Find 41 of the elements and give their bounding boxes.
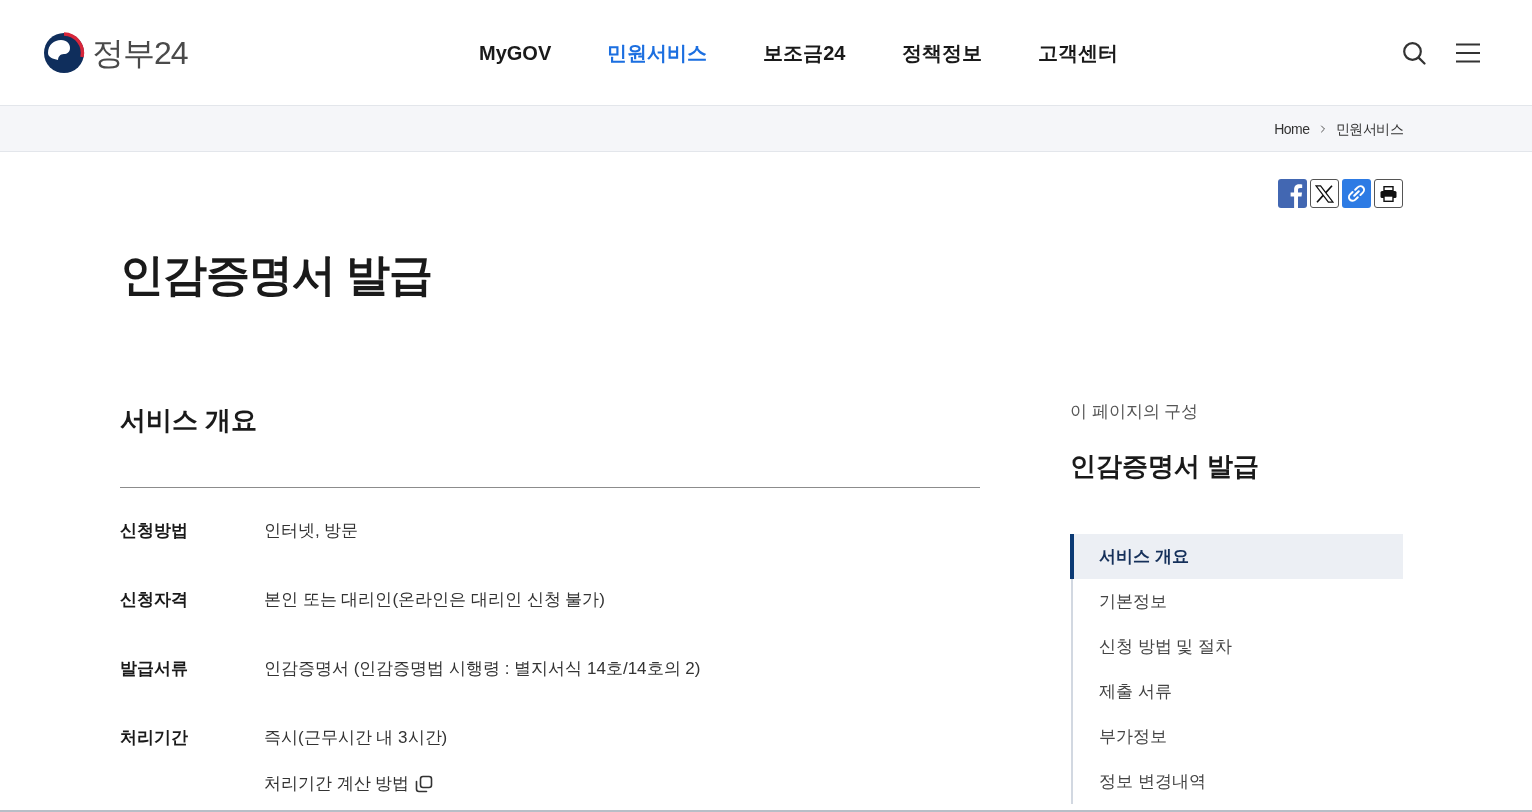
x-logo-icon <box>1315 184 1334 203</box>
field-label: 발급서류 <box>120 658 189 680</box>
breadcrumb-link[interactable]: Home <box>1274 118 1310 139</box>
toc-item[interactable]: 기본정보 <box>1071 579 1403 624</box>
toc-item[interactable]: 서비스 개요 <box>1070 534 1403 579</box>
page-title: 인감증명서 발급 <box>120 249 434 301</box>
search-icon <box>1402 40 1426 65</box>
menu-icon <box>1456 42 1480 63</box>
print-button[interactable] <box>1374 179 1403 208</box>
toc-item[interactable]: 신청 방법 및 절차 <box>1071 624 1403 669</box>
field-value: 인감증명서 (인감증명법 시행령 : 별지서식 14호/14호의 2) <box>264 658 701 680</box>
nav-link[interactable]: MyGOV <box>479 38 552 67</box>
facebook-icon <box>1278 179 1307 208</box>
field-label: 처리기간 <box>120 727 189 749</box>
x-share-button[interactable] <box>1310 179 1339 208</box>
facebook-share-button[interactable] <box>1278 179 1307 208</box>
menu-button[interactable] <box>1456 40 1480 65</box>
nav-link[interactable]: 정책정보 <box>901 38 982 67</box>
toc-item[interactable]: 부가정보 <box>1071 714 1403 759</box>
toc-title: 인감증명서 발급 <box>1070 450 1261 483</box>
copy-link-button[interactable] <box>1342 179 1371 208</box>
toc-caption: 이 페이지의 구성 <box>1070 401 1200 423</box>
nav-link[interactable]: 고객센터 <box>1037 38 1118 67</box>
overlapping-squares-icon <box>415 775 434 793</box>
field-value: 본인 또는 대리인(온라인은 대리인 신청 불가) <box>264 589 605 611</box>
field-label: 신청자격 <box>120 589 189 611</box>
toc-item[interactable]: 제출 서류 <box>1071 669 1403 714</box>
breadcrumb-link[interactable]: 민원서비스 <box>1335 118 1403 139</box>
field-value: 인터넷, 방문 <box>264 520 359 542</box>
calculation-link[interactable]: 처리기간 계산 방법 <box>264 771 448 797</box>
emblem-icon <box>42 30 86 75</box>
section-title: 서비스 개요 <box>120 404 259 437</box>
logo-link[interactable]: 정부24 <box>42 30 188 75</box>
nav-link[interactable]: 보조금24 <box>763 38 846 67</box>
search-button[interactable] <box>1402 40 1426 65</box>
field-label: 신청방법 <box>120 520 189 542</box>
toc-item[interactable]: 정보 변경내역 <box>1071 759 1403 804</box>
nav-link[interactable]: 민원서비스 <box>607 38 708 67</box>
printer-icon <box>1380 185 1397 202</box>
field-value: 즉시(근무시간 내 3시간) <box>264 727 448 749</box>
link-icon <box>1342 179 1371 208</box>
